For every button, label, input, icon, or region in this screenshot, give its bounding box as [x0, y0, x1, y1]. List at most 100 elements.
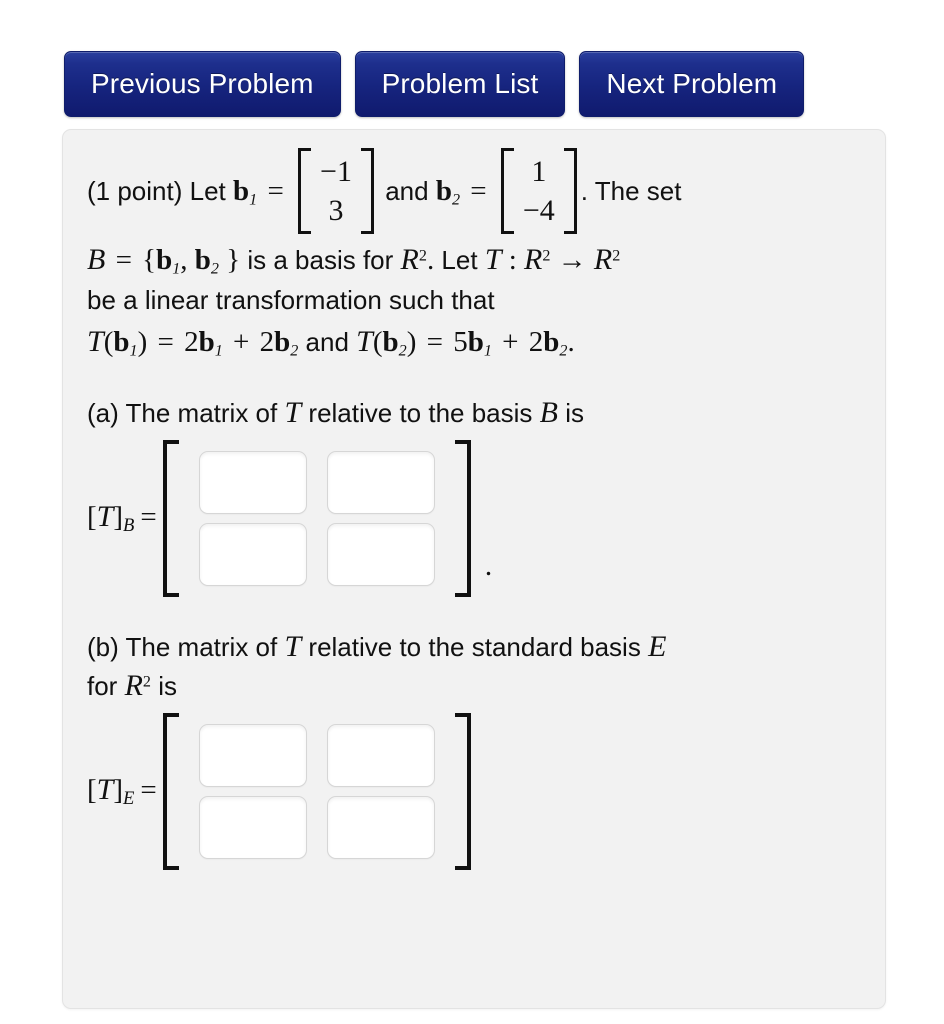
- part-b-R-exponent: 2: [142, 673, 151, 691]
- part-b-for-word: for: [87, 670, 118, 701]
- next-problem-button[interactable]: Next Problem: [579, 51, 805, 117]
- def1-plus: +: [233, 326, 250, 359]
- problem-panel: (1 point) Let b1 = −1 3 and b2 = 1 −4 . …: [62, 129, 886, 1009]
- matrix-left-bracket: [162, 712, 179, 870]
- set-open-brace: {: [142, 244, 157, 276]
- right-bracket: [360, 148, 374, 234]
- def2-open-paren: (: [372, 326, 383, 359]
- b2-subscript: 2: [451, 191, 461, 209]
- def2-b-subscript: 2: [398, 342, 407, 360]
- def2-period: .: [567, 326, 575, 359]
- b2-entry-2: −4: [522, 194, 555, 227]
- label-open-bracket: [: [87, 500, 97, 533]
- def1-term2-b: b: [274, 326, 291, 359]
- def2-coeff-2: 2: [528, 326, 544, 359]
- part-b-prompt-pre: (b) The matrix of: [87, 631, 278, 662]
- basis-B-symbol: B: [87, 243, 106, 276]
- label-open-bracket: [: [87, 773, 97, 806]
- arrow-symbol: →: [557, 244, 587, 276]
- points-label: (1 point): [87, 175, 183, 206]
- def1-term1-b: b: [198, 326, 215, 359]
- def1-equals: =: [157, 326, 174, 359]
- part-b-T-symbol: T: [284, 629, 302, 663]
- set-b1: b: [156, 244, 173, 276]
- part-a-answer-r2c1[interactable]: [198, 522, 307, 586]
- R-symbol-1: R: [400, 243, 419, 276]
- part-a-answer-grid: [179, 440, 455, 597]
- problem-statement: (1 point) Let b1 = −1 3 and b2 = 1 −4 . …: [87, 148, 863, 236]
- b1-entry-1: −1: [320, 155, 352, 188]
- def2-term2-b: b: [543, 326, 560, 359]
- part-a-matrix-equation: [T]B = .: [87, 439, 863, 597]
- b2-entry-1: 1: [531, 155, 547, 188]
- colon-symbol: :: [508, 244, 517, 276]
- linear-transformation-line: be a linear transformation such that: [87, 285, 495, 316]
- def2-plus: +: [502, 326, 519, 359]
- b1-entries: −1 3: [311, 148, 361, 234]
- part-b-prompt-mid: relative to the standard basis: [308, 631, 641, 662]
- R-exponent-2: 2: [542, 247, 551, 265]
- def1-T: T: [87, 325, 104, 359]
- part-a-answer-r1c2[interactable]: [326, 450, 435, 514]
- equals-sign-basis: =: [115, 244, 132, 276]
- part-a-T-symbol: T: [284, 395, 302, 429]
- problem-navigation-bar: Previous Problem Problem List Next Probl…: [64, 51, 805, 117]
- part-a-answer-r1c1[interactable]: [198, 450, 307, 514]
- problem-page: Previous Problem Problem List Next Probl…: [0, 0, 944, 1024]
- part-b-matrix-label: [T]E =: [87, 773, 157, 810]
- part-a-trailing-period: .: [484, 548, 493, 582]
- part-b-answer-r2c1[interactable]: [198, 795, 307, 859]
- set-b2-subscript: 2: [210, 260, 219, 278]
- def1-term2-subscript: 2: [290, 342, 299, 360]
- part-b-prompt: (b) The matrix of T relative to the stan…: [87, 627, 863, 705]
- left-bracket: [500, 148, 514, 234]
- transformation-definitions: T(b1) = 2b1 + 2b2 and T(b2) = 5b1 + 2b2.: [87, 322, 863, 362]
- matrix-right-bracket: [454, 439, 471, 597]
- R-symbol-2: R: [524, 243, 543, 276]
- and-word-1: and: [385, 175, 429, 206]
- b2-symbol: b: [435, 174, 452, 207]
- let-word-2: Let: [441, 245, 478, 275]
- part-b-matrix-equation: [T]E =: [87, 712, 863, 870]
- def2-term1-b: b: [467, 326, 484, 359]
- def2-coeff-1: 5: [453, 326, 468, 359]
- label-T: T: [96, 772, 114, 806]
- label-subscript-E: E: [123, 787, 135, 809]
- period-after-R: .: [426, 244, 435, 276]
- label-close-bracket: ]: [113, 500, 124, 533]
- def1-term1-subscript: 1: [214, 342, 223, 360]
- problem-list-button[interactable]: Problem List: [354, 51, 566, 117]
- def2-equals: =: [426, 326, 443, 359]
- set-comma: ,: [180, 244, 188, 276]
- part-b-answer-r1c1[interactable]: [198, 723, 307, 787]
- previous-problem-button[interactable]: Previous Problem: [64, 51, 341, 117]
- T-symbol-1: T: [484, 243, 502, 276]
- R-exponent-3: 2: [612, 247, 621, 265]
- is-a-basis-for-text: is a basis for: [247, 245, 394, 275]
- right-bracket: [563, 148, 577, 234]
- equals-sign-b2: =: [470, 174, 487, 207]
- def1-coeff-2: 2: [259, 326, 275, 359]
- def1-open-paren: (: [103, 326, 114, 359]
- part-a-prompt-pre: (a) The matrix of: [87, 397, 278, 428]
- label-subscript-B: B: [123, 514, 135, 536]
- part-b-R-symbol: R: [124, 668, 143, 702]
- and-word-2: and: [305, 327, 349, 358]
- set-b2: b: [194, 244, 211, 276]
- equals-sign-b1: =: [267, 174, 284, 207]
- b2-entries: 1 −4: [514, 148, 564, 234]
- b1-symbol: b: [233, 174, 250, 207]
- part-a-answer-r2c2[interactable]: [326, 522, 435, 586]
- b1-entry-2: 3: [328, 194, 344, 227]
- part-b-answer-r1c2[interactable]: [326, 723, 435, 787]
- R-symbol-3: R: [593, 243, 613, 276]
- def1-b: b: [113, 326, 130, 359]
- part-b-answer-r2c2[interactable]: [326, 795, 435, 859]
- matrix-left-bracket: [162, 439, 179, 597]
- def2-term1-subscript: 1: [483, 342, 492, 360]
- part-a-matrix-label: [T]B =: [87, 500, 157, 537]
- label-T: T: [96, 499, 114, 533]
- label-equals: =: [140, 500, 157, 533]
